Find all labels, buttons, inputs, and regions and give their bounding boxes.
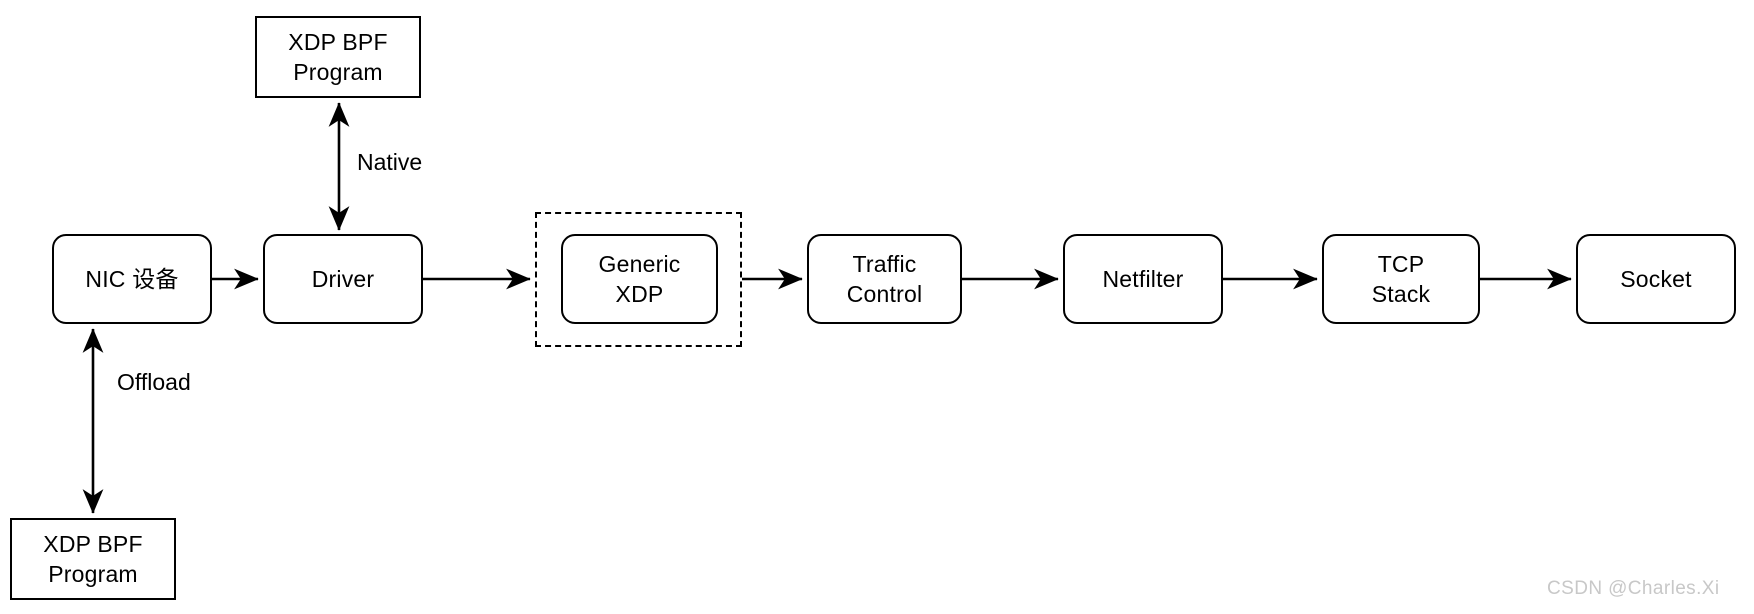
node-nic-device[interactable]: NIC 设备 [52,234,212,324]
node-generic-xdp[interactable]: Generic XDP [561,234,718,324]
node-netfilter[interactable]: Netfilter [1063,234,1223,324]
watermark: CSDN @Charles.Xi [1547,578,1720,599]
node-driver[interactable]: Driver [263,234,423,324]
node-xdp-bpf-program-bottom[interactable]: XDP BPF Program [10,518,176,600]
node-socket[interactable]: Socket [1576,234,1736,324]
diagram-canvas: XDP BPF Program NIC 设备 Driver Generic XD… [0,0,1754,614]
node-xdp-bpf-program-top[interactable]: XDP BPF Program [255,16,421,98]
edge-label-offload: Offload [117,369,191,395]
node-traffic-control[interactable]: Traffic Control [807,234,962,324]
node-tcp-stack[interactable]: TCP Stack [1322,234,1480,324]
edge-label-native: Native [357,149,423,175]
